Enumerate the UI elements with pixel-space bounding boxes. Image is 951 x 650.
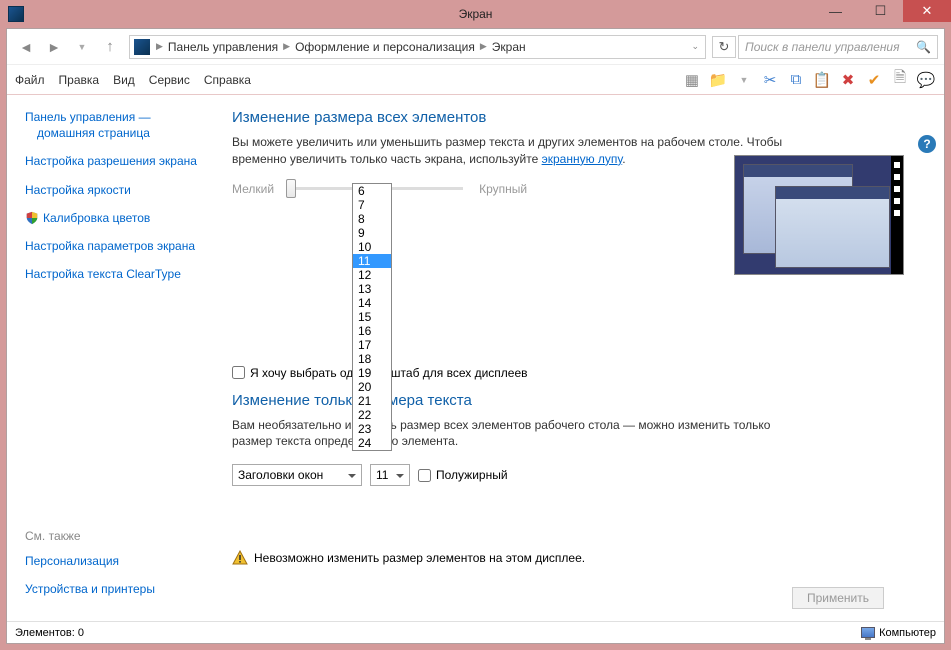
apply-button[interactable]: Применить (792, 587, 884, 609)
magnifier-link[interactable]: экранную лупу (542, 152, 623, 166)
heading-text-only: Изменение только размера текста (232, 392, 924, 409)
sidebar-cleartype[interactable]: Настройка текста ClearType (25, 266, 204, 282)
search-icon: 🔍 (916, 40, 931, 54)
sidebar: Панель управления — домашняя страница На… (7, 95, 212, 621)
description-1: Вы можете увеличить или уменьшить размер… (232, 134, 792, 168)
status-left: Элементов: 0 (15, 627, 84, 639)
size-option[interactable]: 11 (353, 254, 391, 268)
nav-toolbar: ◄ ► ▼ ↑ ▶ Панель управления ▶ Оформление… (7, 29, 944, 65)
search-input[interactable]: Поиск в панели управления 🔍 (738, 35, 938, 59)
size-option[interactable]: 10 (353, 240, 391, 254)
chevron-right-icon: ▶ (283, 41, 290, 52)
delete-icon[interactable]: ✖ (838, 70, 858, 90)
crumb-1[interactable]: Оформление и персонализация (292, 40, 478, 54)
menu-tools[interactable]: Сервис (149, 73, 190, 87)
crumb-2[interactable]: Экран (489, 40, 529, 54)
check-icon[interactable]: ✔ (864, 70, 884, 90)
layout-icon[interactable]: ▦ (682, 70, 702, 90)
slider-thumb[interactable] (286, 179, 296, 198)
copy-icon[interactable]: ⧉ (786, 70, 806, 90)
history-dropdown[interactable]: ▼ (69, 34, 95, 60)
size-option[interactable]: 8 (353, 212, 391, 226)
size-option[interactable]: 18 (353, 352, 391, 366)
chevron-right-icon: ▶ (156, 41, 163, 52)
main-content: Изменение размера всех элементов Вы може… (212, 95, 944, 621)
sidebar-devices[interactable]: Устройства и принтеры (25, 581, 155, 597)
menu-file[interactable]: Файл (15, 73, 45, 87)
back-button[interactable]: ◄ (13, 34, 39, 60)
document-icon[interactable]: 🗎 (890, 70, 910, 90)
sidebar-brightness[interactable]: Настройка яркости (25, 182, 204, 198)
display-preview (734, 155, 904, 275)
element-combo[interactable]: Заголовки окон (232, 464, 362, 486)
shield-icon (25, 211, 39, 225)
size-option[interactable]: 19 (353, 366, 391, 380)
size-option[interactable]: 22 (353, 408, 391, 422)
titlebar: Экран — ☐ ✕ (0, 0, 951, 28)
up-button[interactable]: ↑ (97, 34, 123, 60)
sidebar-calibration[interactable]: Калибровка цветов (25, 210, 204, 226)
folder-dropdown[interactable]: ▼ (734, 70, 754, 90)
location-dropdown[interactable]: ⌄ (691, 41, 699, 52)
maximize-button[interactable]: ☐ (858, 0, 903, 22)
app-icon (8, 6, 24, 22)
close-button[interactable]: ✕ (903, 0, 951, 22)
minimize-button[interactable]: — (813, 0, 858, 22)
size-option[interactable]: 13 (353, 282, 391, 296)
size-dropdown-list[interactable]: 6789101112131415161718192021222324 (352, 183, 392, 451)
bold-label: Полужирный (436, 468, 508, 482)
sidebar-personalization[interactable]: Персонализация (25, 553, 155, 569)
size-option[interactable]: 6 (353, 184, 391, 198)
forward-button[interactable]: ► (41, 34, 67, 60)
chat-icon[interactable]: 💬 (916, 70, 936, 90)
breadcrumb[interactable]: ▶ Панель управления ▶ Оформление и персо… (129, 35, 706, 59)
size-option[interactable]: 17 (353, 338, 391, 352)
warning-text: Невозможно изменить размер элементов на … (254, 551, 585, 565)
bold-checkbox[interactable] (418, 469, 431, 482)
status-right: Компьютер (861, 627, 936, 639)
size-option[interactable]: 14 (353, 296, 391, 310)
menubar: Файл Правка Вид Сервис Справка ▦ 📁 ▼ ✂ ⧉… (7, 65, 944, 95)
size-option[interactable]: 23 (353, 422, 391, 436)
computer-icon (861, 627, 875, 638)
paste-icon[interactable]: 📋 (812, 70, 832, 90)
size-option[interactable]: 12 (353, 268, 391, 282)
statusbar: Элементов: 0 Компьютер (7, 621, 944, 643)
size-option[interactable]: 9 (353, 226, 391, 240)
warning-icon (232, 550, 248, 566)
search-placeholder: Поиск в панели управления (745, 40, 900, 54)
slider-min-label: Мелкий (232, 182, 274, 196)
size-combo[interactable]: 11 (370, 464, 410, 486)
size-option[interactable]: 21 (353, 394, 391, 408)
cut-icon[interactable]: ✂ (760, 70, 780, 90)
sidebar-home[interactable]: Панель управления — домашняя страница (25, 109, 204, 141)
slider-max-label: Крупный (479, 182, 527, 196)
single-scale-row: Я хочу выбрать один масштаб для всех дис… (232, 366, 924, 380)
size-option[interactable]: 24 (353, 436, 391, 450)
folder-icon[interactable]: 📁 (708, 70, 728, 90)
size-option[interactable]: 15 (353, 310, 391, 324)
window-title: Экран (459, 7, 493, 21)
chevron-right-icon: ▶ (480, 41, 487, 52)
see-also-heading: См. также (25, 529, 155, 543)
refresh-button[interactable]: ↻ (712, 36, 736, 58)
heading-resize-all: Изменение размера всех элементов (232, 109, 924, 126)
sidebar-display-params[interactable]: Настройка параметров экрана (25, 238, 204, 254)
location-icon (134, 39, 150, 55)
single-scale-checkbox[interactable] (232, 366, 245, 379)
menu-help[interactable]: Справка (204, 73, 251, 87)
sidebar-resolution[interactable]: Настройка разрешения экрана (25, 153, 204, 169)
size-option[interactable]: 7 (353, 198, 391, 212)
menu-view[interactable]: Вид (113, 73, 135, 87)
size-option[interactable]: 16 (353, 324, 391, 338)
size-option[interactable]: 20 (353, 380, 391, 394)
crumb-0[interactable]: Панель управления (165, 40, 281, 54)
description-2: Вам необязательно изменять размер всех э… (232, 417, 792, 451)
menu-edit[interactable]: Правка (59, 73, 100, 87)
